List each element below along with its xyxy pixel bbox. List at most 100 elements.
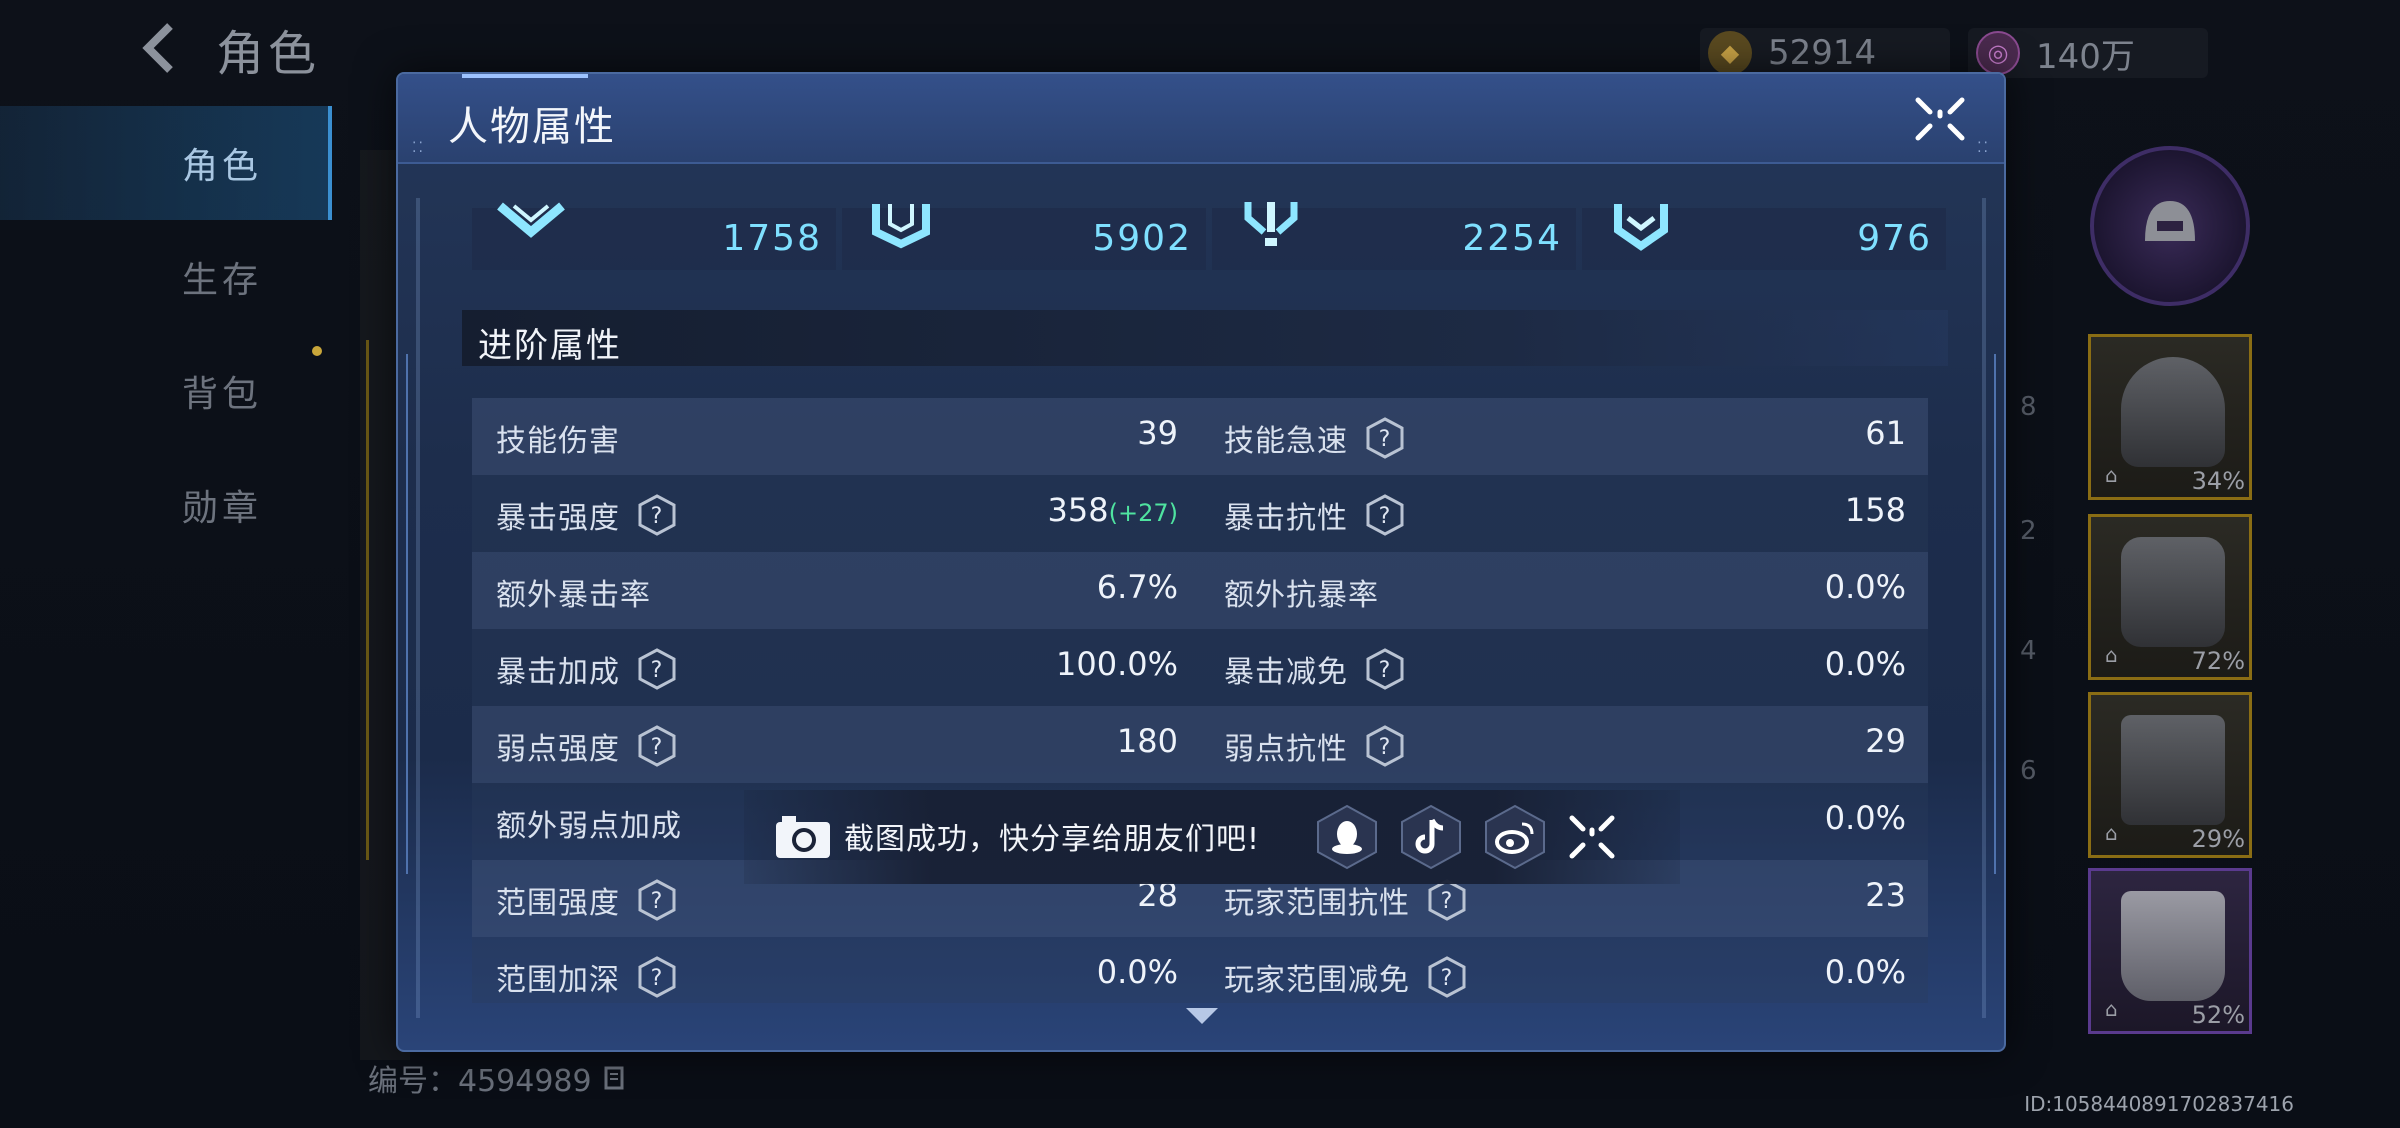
equipment-slot-boots[interactable]: ⌂ 52% (2088, 868, 2252, 1034)
serial-number: 编号：4594989 (368, 1056, 628, 1100)
attribute-cell: 弱点强度 ? 180 (472, 706, 1200, 783)
attribute-name: 暴击减免 (1224, 655, 1348, 690)
basic-stat-cell: 976 (1582, 204, 1946, 270)
tiktok-icon[interactable] (1398, 804, 1464, 870)
device-id: ID:1058440891702837416 (2024, 1092, 2294, 1116)
equipment-percent: 29% (2191, 825, 2245, 853)
gem-currency[interactable]: ◎ 140万 (1968, 28, 2208, 78)
equipment-slot-pants[interactable]: ⌂ 29% (2088, 692, 2252, 858)
attribute-cell: 暴击抗性 ? 158 (1200, 475, 1928, 552)
svg-text:?: ? (1441, 889, 1454, 914)
scroll-rail (416, 198, 420, 1018)
help-icon[interactable]: ? (636, 956, 678, 998)
attribute-name: 额外抗暴率 (1224, 578, 1379, 613)
attribute-name: 暴击抗性 (1224, 501, 1348, 536)
attribute-name-wrap: 额外弱点加成 (496, 801, 682, 845)
attribute-cell: 范围加深 ? 0.0% (472, 937, 1200, 1003)
equipment-slot-helmet[interactable]: ⌂ 34% (2088, 334, 2252, 500)
attribute-name-wrap: 技能伤害 (496, 416, 620, 460)
helmet-icon (2145, 201, 2195, 241)
svg-text:?: ? (651, 889, 664, 914)
help-icon[interactable]: ? (636, 879, 678, 921)
basic-stat-value: 2254 (1462, 218, 1562, 259)
attribute-name-wrap: 额外暴击率 (496, 570, 651, 614)
attribute-value: 100.0% (1055, 645, 1178, 683)
close-icon (1915, 97, 1965, 141)
nav-item-medals[interactable]: 勋章 (0, 448, 332, 562)
help-icon[interactable]: ? (636, 725, 678, 767)
help-icon[interactable]: ? (1426, 879, 1468, 921)
help-icon[interactable]: ? (1364, 494, 1406, 536)
table-row: 额外暴击率 6.7% 额外抗暴率 0.0% (472, 552, 1928, 629)
screenshot-toast: 截图成功，快分享给朋友们吧! (744, 790, 1680, 884)
attribute-value: 180 (1116, 722, 1178, 760)
lock-icon: ⌂ (2105, 821, 2118, 845)
armor-icon (2121, 537, 2225, 647)
svg-text:?: ? (651, 966, 664, 991)
side-stat-digit: 6 (2020, 756, 2037, 786)
nav-item-backpack[interactable]: 背包 (0, 334, 332, 448)
basic-stat-value: 976 (1857, 218, 1932, 259)
svg-text:?: ? (651, 735, 664, 760)
basic-stat-cell: 5902 (842, 204, 1206, 270)
table-row: 暴击加成 ? 100.0% 暴击减免 ? 0.0% (472, 629, 1928, 706)
attribute-value: 358(+27) (1048, 491, 1178, 529)
attribute-value: 0.0% (1824, 568, 1906, 606)
copy-icon[interactable] (600, 1064, 628, 1092)
scroll-down-icon[interactable] (1182, 1002, 1222, 1032)
help-icon[interactable]: ? (1364, 648, 1406, 690)
attribute-cell: 技能伤害 39 (472, 398, 1200, 475)
equipment-percent: 72% (2191, 647, 2245, 675)
attributes-modal: 人物属性 ⁚⁚ ⁚⁚ 1758 5902 2254 976 进阶属性 技能伤害 … (396, 72, 2006, 1052)
scroll-rail[interactable] (1982, 198, 1986, 1018)
profile-avatar[interactable] (2090, 146, 2250, 306)
attribute-value: 29 (1865, 722, 1906, 760)
nav-item-character[interactable]: 角色 (0, 106, 332, 220)
attribute-value: 0.0% (1096, 953, 1178, 991)
serial-label: 编号：4594989 (368, 1064, 592, 1099)
equipment-slot-armor[interactable]: ⌂ 72% (2088, 514, 2252, 680)
qq-icon[interactable] (1314, 804, 1380, 870)
frame-notch (1994, 354, 2004, 874)
corner-dots: ⁚⁚ (412, 140, 425, 156)
left-nav: 角色 生存 背包 勋章 (0, 106, 332, 562)
attribute-value: 23 (1865, 876, 1906, 914)
armor-shield-icon (872, 204, 930, 249)
table-row: 弱点强度 ? 180 弱点抗性 ? 29 (472, 706, 1928, 783)
svg-text:?: ? (1379, 658, 1392, 683)
attribute-name-wrap: 额外抗暴率 (1224, 570, 1379, 614)
side-stat-digit: 4 (2020, 636, 2037, 666)
attribute-cell: 玩家范围减免 ? 0.0% (1200, 937, 1928, 1003)
weibo-icon[interactable] (1482, 804, 1548, 870)
gold-coin-icon: ◆ (1708, 31, 1752, 75)
attribute-name-wrap: 范围强度 ? (496, 878, 678, 922)
help-icon[interactable]: ? (636, 648, 678, 690)
attribute-name: 暴击强度 (496, 501, 620, 536)
back-button[interactable] (128, 16, 188, 80)
attribute-value: 39 (1137, 414, 1178, 452)
help-icon[interactable]: ? (1426, 956, 1468, 998)
modal-title: 人物属性 (448, 104, 616, 150)
help-icon[interactable]: ? (636, 494, 678, 536)
gold-currency[interactable]: ◆ 52914 (1700, 28, 1950, 78)
attribute-name-wrap: 范围加深 ? (496, 955, 678, 999)
attribute-name: 弱点抗性 (1224, 732, 1348, 767)
basic-stat-cell: 1758 (472, 202, 836, 270)
help-icon[interactable]: ? (1364, 725, 1406, 767)
attribute-value: 6.7% (1096, 568, 1178, 606)
attribute-name-wrap: 暴击强度 ? (496, 493, 678, 537)
help-icon[interactable]: ? (1364, 417, 1406, 459)
attribute-name: 范围加深 (496, 963, 620, 998)
close-icon[interactable] (1564, 812, 1620, 862)
side-stat-digit: 2 (2020, 516, 2037, 546)
attribute-name-wrap: 玩家范围抗性 ? (1224, 878, 1468, 922)
svg-text:?: ? (1379, 427, 1392, 452)
table-row: 技能伤害 39 技能急速 ? 61 (472, 398, 1928, 475)
attribute-value: 0.0% (1824, 953, 1906, 991)
close-button[interactable] (1910, 94, 1970, 144)
nav-item-survival[interactable]: 生存 (0, 220, 332, 334)
attribute-value: 61 (1865, 414, 1906, 452)
attribute-value: 158 (1844, 491, 1906, 529)
attribute-name: 弱点强度 (496, 732, 620, 767)
attribute-value: 0.0% (1824, 799, 1906, 837)
